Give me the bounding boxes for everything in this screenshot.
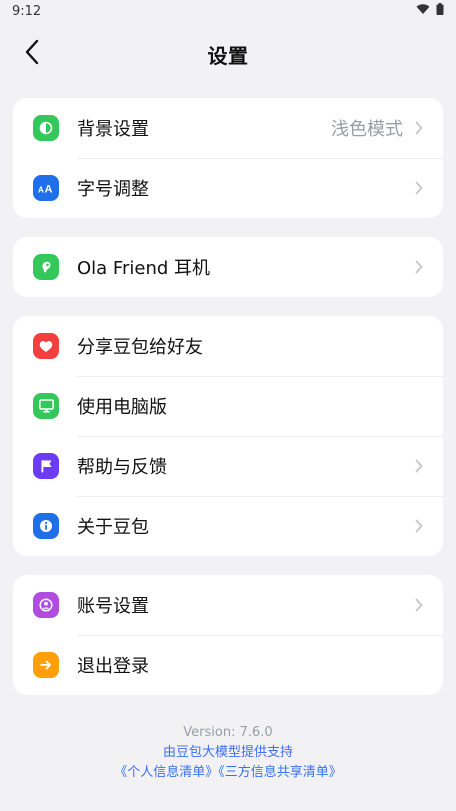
settings-card-appearance: 背景设置 浅色模式 A A 字号调整 bbox=[13, 98, 443, 218]
chevron-right-icon bbox=[413, 518, 425, 534]
back-chevron-icon bbox=[24, 39, 40, 69]
chevron-right-icon bbox=[413, 259, 425, 275]
status-time: 9:12 bbox=[12, 3, 42, 19]
setting-row-logout[interactable]: 退出登录 bbox=[13, 635, 443, 695]
info-icon bbox=[33, 513, 59, 539]
chevron-right-icon bbox=[413, 120, 425, 136]
setting-label: 关于豆包 bbox=[77, 517, 149, 538]
flag-icon bbox=[33, 453, 59, 479]
setting-label: Ola Friend 耳机 bbox=[77, 258, 210, 279]
settings-card-account: 账号设置 退出登录 bbox=[13, 575, 443, 695]
setting-row-share[interactable]: 分享豆包给好友 bbox=[13, 316, 443, 376]
setting-label: 账号设置 bbox=[77, 596, 149, 617]
support-link[interactable]: 由豆包大模型提供支持 bbox=[0, 743, 456, 763]
setting-row-account[interactable]: 账号设置 bbox=[13, 575, 443, 635]
heart-icon bbox=[33, 333, 59, 359]
page-title: 设置 bbox=[207, 43, 249, 68]
footer: Version: 7.6.0 由豆包大模型提供支持 《个人信息清单》《三方信息共… bbox=[0, 723, 456, 783]
account-icon bbox=[33, 592, 59, 618]
personal-info-link[interactable]: 《个人信息清单》 bbox=[114, 765, 218, 780]
setting-row-help[interactable]: 帮助与反馈 bbox=[13, 436, 443, 496]
battery-icon bbox=[436, 3, 444, 19]
settings-card-general: 分享豆包给好友 使用电脑版 帮助与反馈 关于豆包 bbox=[13, 316, 443, 556]
setting-label: 分享豆包给好友 bbox=[77, 337, 203, 358]
chevron-right-icon bbox=[413, 458, 425, 474]
wifi-icon bbox=[416, 3, 430, 19]
setting-row-ola-friend[interactable]: Ola Friend 耳机 bbox=[13, 237, 443, 297]
setting-label: 背景设置 bbox=[77, 119, 149, 140]
status-icons bbox=[416, 3, 444, 19]
third-party-share-link[interactable]: 《三方信息共享清单》 bbox=[218, 765, 342, 780]
status-bar: 9:12 bbox=[0, 0, 456, 22]
settings-list: 背景设置 浅色模式 A A 字号调整 Ola Friend 耳机 分享豆包给好友… bbox=[0, 86, 456, 695]
setting-label: 退出登录 bbox=[77, 656, 149, 677]
setting-label: 帮助与反馈 bbox=[77, 457, 167, 478]
version-text: Version: 7.6.0 bbox=[183, 725, 273, 740]
settings-card-devices: Ola Friend 耳机 bbox=[13, 237, 443, 297]
setting-value: 浅色模式 bbox=[331, 119, 403, 140]
setting-row-desktop[interactable]: 使用电脑版 bbox=[13, 376, 443, 436]
chevron-right-icon bbox=[413, 597, 425, 613]
policy-links: 《个人信息清单》《三方信息共享清单》 bbox=[0, 763, 456, 783]
setting-label: 使用电脑版 bbox=[77, 397, 167, 418]
svg-text:A: A bbox=[45, 184, 53, 195]
setting-row-about[interactable]: 关于豆包 bbox=[13, 496, 443, 556]
earbud-icon bbox=[33, 254, 59, 280]
font-size-icon: A A bbox=[33, 175, 59, 201]
back-button[interactable] bbox=[14, 36, 50, 72]
logout-icon bbox=[33, 652, 59, 678]
contrast-icon bbox=[33, 115, 59, 141]
setting-row-background[interactable]: 背景设置 浅色模式 bbox=[13, 98, 443, 158]
monitor-icon bbox=[33, 393, 59, 419]
header: 设置 bbox=[0, 22, 456, 86]
svg-text:A: A bbox=[38, 186, 44, 195]
setting-row-font-size[interactable]: A A 字号调整 bbox=[13, 158, 443, 218]
chevron-right-icon bbox=[413, 180, 425, 196]
setting-label: 字号调整 bbox=[77, 179, 149, 200]
